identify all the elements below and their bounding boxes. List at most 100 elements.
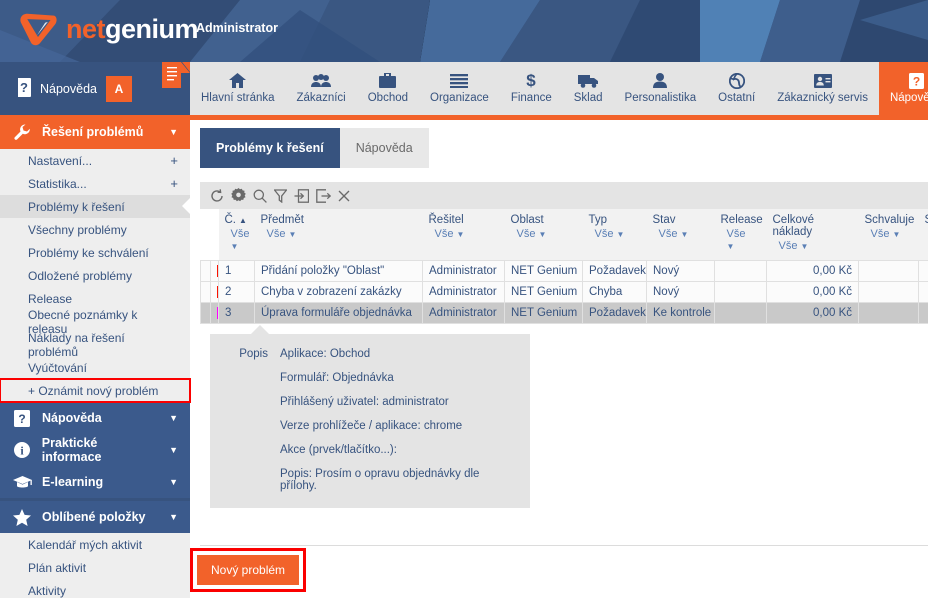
th-typ[interactable]: Typ Vše ▼ [582,209,647,261]
th-schvaluje[interactable]: Schvaluje Vše ▼ [858,209,919,261]
sidebar-sub-label: Náklady na řešení problémů [28,330,125,359]
cell-cislo: 2 [218,281,255,303]
column-filter-cislo[interactable]: Vše ▼ [224,226,249,258]
table-header: Č. ▲ Vše ▼ Předmět Vše ▼ Řešitel Vše ▼ O… [200,209,928,261]
tab-problemy-k-reseni[interactable]: Problémy k řešení [200,128,340,168]
new-problem-button[interactable]: Nový problém [197,555,300,585]
nav-item-finance[interactable]: $ Finance [500,62,563,115]
cell-celkove-naklady: 0,00 Kč [766,302,859,324]
app-root: netgenium Administrator Hlavní stránka Z… [0,0,928,598]
sidebar-item-e-learning[interactable]: E-learning ▼ [0,466,190,498]
th-predmet[interactable]: Předmět Vše ▼ [254,209,423,261]
sidebar-help-header[interactable]: ? Nápověda A [0,62,190,115]
row-priority-bar [210,281,219,303]
table-header-row: Č. ▲ Vše ▼ Předmět Vše ▼ Řešitel Vše ▼ O… [200,209,928,261]
sidebar-item-oblibene-polozky[interactable]: Oblíbené položky ▼ [0,501,190,533]
nav-item-zakaznici[interactable]: Zákazníci [286,62,357,115]
column-label: Release [720,214,763,226]
chevron-down-icon: ▼ [616,230,625,239]
cell-cislo: 3 [218,302,255,324]
table-row[interactable]: 1 Přidání položky "Oblast" Administrator… [200,260,928,282]
cell-oblast: NET Genium [504,260,583,282]
nav-item-napoveda[interactable]: ? Nápověda [878,62,928,115]
column-filter-release[interactable]: Vše ▼ [720,226,761,258]
column-filter-celkove-naklady[interactable]: Vše ▼ [772,238,853,258]
detail-value: Aplikace: Obchod [280,348,371,360]
table-row[interactable]: 2 Chyba v zobrazení zakázky Administrato… [200,281,928,303]
nav-item-obchod[interactable]: Obchod [357,62,419,115]
nav-label: Personalistika [624,92,697,104]
svg-text:?: ? [913,74,920,88]
column-filter-stav-2[interactable]: Vše [924,226,928,246]
sidebar-item-reseni-problemu[interactable]: Řešení problémů ▼ [0,115,190,149]
nav-item-sklad[interactable]: Sklad [563,62,614,115]
sidebar-item-plan-aktivit[interactable]: Plán aktivit [0,556,190,579]
filter-label: Vše [266,228,286,240]
cell-cislo: 1 [218,260,255,282]
column-filter-schvaluje[interactable]: Vše ▼ [864,226,913,246]
th-stav[interactable]: Stav Vše ▼ [646,209,715,261]
th-resitel[interactable]: Řešitel Vše ▼ [422,209,505,261]
tab-label: Problémy k řešení [216,141,324,155]
detail-row: Přihlášený uživatel: administrator [220,396,514,408]
th-celkove-naklady[interactable]: Celkové náklady Vše ▼ [766,209,859,261]
filter-label: Vše [726,228,746,240]
table-row[interactable]: 3 Úprava formuláře objednávka Administra… [200,302,928,324]
refresh-icon[interactable] [210,188,224,203]
detail-row: Verze prohlížeče / aplikace: chrome [220,420,514,432]
cell-predmet[interactable]: Úprava formuláře objednávka [254,302,423,324]
th-stav-2[interactable]: Stav Vše [918,209,928,261]
cell-predmet[interactable]: Přidání položky "Oblast" [254,260,423,282]
sidebar-item-prakticke-informace[interactable]: i Praktické informace ▼ [0,434,190,466]
column-filter-typ[interactable]: Vše ▼ [588,226,641,246]
close-icon[interactable] [338,190,350,202]
sidebar-item-problemy-ke-schvaleni[interactable]: Problémy ke schválení [0,241,190,264]
sidebar-item-statistika[interactable]: Statistika... + [0,172,190,195]
gear-icon[interactable] [231,188,246,203]
column-filter-stav[interactable]: Vše ▼ [652,226,709,246]
column-filter-resitel[interactable]: Vše ▼ [428,226,499,246]
sidebar-sub-label: Kalendář mých aktivit [28,537,143,552]
column-filter-oblast[interactable]: Vše ▼ [510,226,577,246]
detail-value: Akce (prvek/tlačítko...): [280,444,397,456]
nav-item-organizace[interactable]: Organizace [419,62,500,115]
sidebar-item-oznamit-novy-problem[interactable]: + Oznámit nový problém [0,378,191,403]
sidebar-item-vyuctovani[interactable]: Vyúčtování [0,356,190,379]
nav-item-zakaznicky-servis[interactable]: Zákaznický servis [766,62,879,115]
cell-stav: Ke kontrole [646,302,715,324]
detail-label-spacer [220,396,268,408]
th-release[interactable]: Release Vše ▼ [714,209,767,261]
sidebar-help-label: Nápověda [40,81,97,96]
sidebar-item-odlozene-problemy[interactable]: Odložené problémy [0,264,190,287]
sidebar-item-naklady[interactable]: Náklady na řešení problémů [0,330,190,359]
sidebar-item-nastaveni[interactable]: Nastavení... + [0,149,190,172]
chevron-down-icon: ▼ [538,230,547,239]
sidebar-item-vsechny-problemy[interactable]: Všechny problémy [0,218,190,241]
export-icon[interactable] [316,188,331,203]
th-cislo[interactable]: Č. ▲ Vše ▼ [218,209,255,261]
column-filter-predmet[interactable]: Vše ▼ [260,226,417,246]
sidebar-item-aktivity[interactable]: Aktivity [0,579,190,598]
chevron-down-icon: ▼ [800,242,809,251]
nav-item-hlavni-stranka[interactable]: Hlavní stránka [190,62,286,115]
sidebar-sub-label: Statistika... [28,176,87,191]
cell-resitel: Administrator [422,281,505,303]
sidebar-help-badge[interactable]: A [106,75,132,102]
search-icon[interactable] [253,189,267,203]
sidebar-item-problemy-k-reseni[interactable]: Problémy k řešení [0,195,190,218]
chevron-down-icon: ▼ [726,242,735,251]
tab-napoveda[interactable]: Nápověda [339,128,429,168]
logo-text-net: net [66,14,106,44]
nav-item-personalistika[interactable]: Personalistika [614,62,708,115]
star-icon [12,508,32,526]
cell-predmet[interactable]: Chyba v zobrazení zakázky [254,281,423,303]
filter-icon[interactable] [274,188,287,203]
cell-release [714,260,767,282]
sidebar-item-kalendar-mych-aktivit[interactable]: Kalendář mých aktivit [0,533,190,556]
filter-label: Vše [778,240,798,252]
import-icon[interactable] [294,188,309,203]
th-oblast[interactable]: Oblast Vše ▼ [504,209,583,261]
sidebar-item-napoveda[interactable]: ? Nápověda ▼ [0,402,190,434]
logo[interactable]: netgenium [18,12,199,46]
nav-item-ostatni[interactable]: Ostatní [707,62,766,115]
